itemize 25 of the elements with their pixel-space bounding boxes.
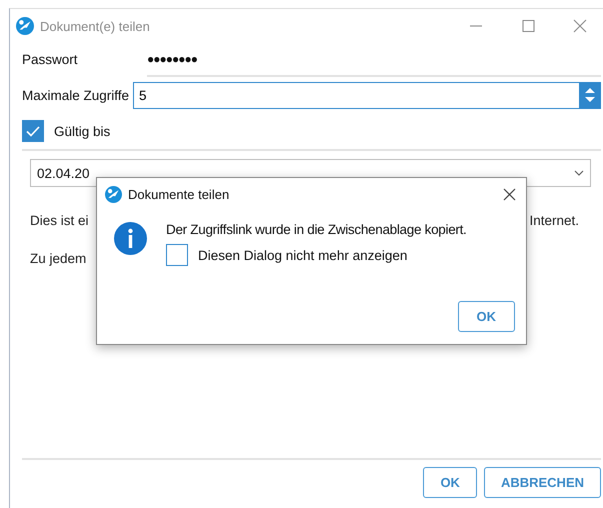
cancel-button[interactable]: ABBRECHEN: [484, 467, 601, 498]
ok-button[interactable]: OK: [423, 467, 477, 498]
close-icon[interactable]: [503, 188, 516, 200]
checkmark-icon: [26, 126, 40, 136]
chevron-down-icon: [574, 170, 584, 176]
info-text: Zu jedem: [30, 251, 86, 268]
app-logo-icon: [16, 17, 34, 35]
checkbox[interactable]: [22, 120, 44, 142]
checkbox-label: Diesen Dialog nicht mehr anzeigen: [198, 248, 408, 262]
password-label: Passwort: [22, 52, 79, 66]
dialog-message: Der Zugriffslink wurde in die Zwischenablage kopiert.: [166, 222, 467, 237]
app-logo-icon: [105, 186, 122, 202]
dialog-title: Dokumente teilen: [128, 186, 230, 202]
window-title: Dokument(e) teilen: [40, 18, 151, 34]
number-field[interactable]: 5: [133, 82, 579, 108]
info-text: Dies ist ei: [30, 213, 89, 230]
max-access-label: Maximale Zugriffe: [22, 88, 130, 102]
checkbox-label: Gültig bis: [54, 124, 110, 138]
password-value: ●●●●●●●●: [147, 52, 197, 66]
spin-button[interactable]: [579, 82, 601, 108]
ok-button[interactable]: OK: [458, 301, 515, 332]
info-text: Internet.: [529, 213, 579, 230]
checkbox[interactable]: [166, 244, 188, 266]
spin-arrows-icon: [584, 86, 596, 104]
info-icon: [114, 222, 147, 255]
